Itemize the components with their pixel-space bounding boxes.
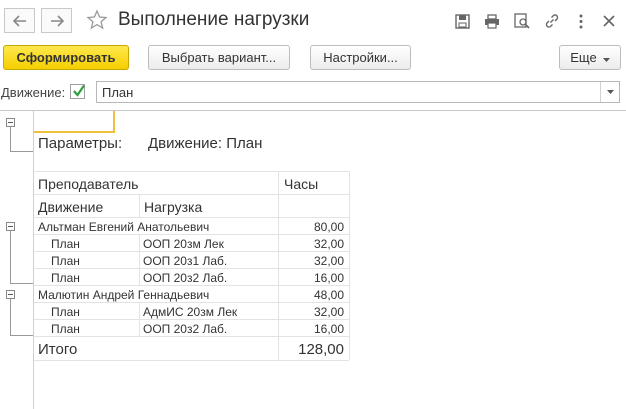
total-value: 128,00 bbox=[298, 341, 344, 358]
save-icon[interactable] bbox=[453, 12, 471, 30]
choose-variant-button[interactable]: Выбрать вариант... bbox=[148, 45, 290, 70]
preview-icon[interactable] bbox=[513, 12, 531, 30]
group-teacher: Малютин Андрей Геннадьевич bbox=[38, 288, 210, 302]
row-load: ООП 20з1 Лаб. bbox=[143, 254, 228, 268]
params-label: Параметры: bbox=[38, 135, 123, 152]
generate-button[interactable]: Сформировать bbox=[3, 45, 129, 70]
grid-line bbox=[34, 319, 349, 320]
active-cell-marker bbox=[34, 111, 115, 133]
more-label: Еще bbox=[570, 50, 597, 65]
page-title: Выполнение нагрузки bbox=[118, 9, 310, 30]
settings-button[interactable]: Настройки... bbox=[310, 45, 411, 70]
collapse-group-2-icon[interactable] bbox=[6, 290, 15, 299]
tree-line bbox=[10, 299, 11, 335]
row-load: АдмИС 20зм Лек bbox=[143, 305, 238, 319]
tree-line bbox=[10, 151, 33, 152]
close-icon[interactable] bbox=[600, 12, 618, 30]
row-hours: 32,00 bbox=[313, 305, 344, 319]
row-movement: План bbox=[51, 271, 80, 285]
movement-checkbox[interactable] bbox=[70, 84, 85, 99]
grid-line bbox=[34, 171, 349, 172]
grid-line bbox=[34, 360, 349, 361]
row-hours: 16,00 bbox=[313, 271, 344, 285]
row-hours: 32,00 bbox=[313, 237, 344, 251]
chevron-down-icon bbox=[602, 50, 610, 65]
report-gutter-border bbox=[33, 111, 34, 409]
grid-line bbox=[34, 251, 349, 252]
back-button[interactable] bbox=[4, 8, 35, 33]
group-hours: 80,00 bbox=[313, 220, 344, 234]
grid-line bbox=[34, 302, 349, 303]
header-hours: Часы bbox=[284, 176, 319, 192]
movement-select[interactable]: План bbox=[96, 81, 620, 103]
group-teacher: Альтман Евгений Анатольевич bbox=[38, 220, 210, 234]
collapse-params-icon[interactable] bbox=[6, 118, 15, 127]
grid-line bbox=[34, 268, 349, 269]
grid-line bbox=[349, 171, 350, 360]
grid-line bbox=[34, 217, 349, 218]
header-teacher: Преподаватель bbox=[38, 176, 139, 192]
grid-line bbox=[34, 234, 349, 235]
grid-line bbox=[34, 285, 349, 286]
total-label: Итого bbox=[38, 341, 78, 358]
chevron-down-icon[interactable] bbox=[600, 82, 619, 102]
row-movement: План bbox=[51, 254, 80, 268]
grid-line bbox=[139, 234, 140, 285]
row-hours: 32,00 bbox=[313, 254, 344, 268]
check-icon bbox=[72, 84, 86, 103]
row-movement: План bbox=[51, 322, 80, 336]
row-hours: 16,00 bbox=[313, 322, 344, 336]
grid-line bbox=[278, 171, 279, 360]
collapse-group-1-icon[interactable] bbox=[6, 222, 15, 231]
grid-line bbox=[139, 302, 140, 336]
movement-select-value: План bbox=[102, 85, 134, 100]
row-movement: План bbox=[51, 305, 80, 319]
grid-line bbox=[34, 336, 349, 337]
row-load: ООП 20з2 Лаб. bbox=[143, 322, 228, 336]
params-value: Движение: План bbox=[148, 135, 263, 152]
row-load: ООП 20з2 Лаб. bbox=[143, 271, 228, 285]
more-icon[interactable] bbox=[572, 12, 590, 30]
star-icon[interactable] bbox=[86, 9, 108, 36]
tree-line bbox=[10, 231, 11, 283]
group-hours: 48,00 bbox=[313, 288, 344, 302]
header-load: Нагрузка bbox=[144, 199, 203, 215]
movement-label: Движение: bbox=[1, 85, 66, 100]
tree-line bbox=[10, 335, 33, 336]
tree-line bbox=[10, 127, 11, 152]
arrow-left-icon bbox=[12, 14, 27, 27]
more-menu-button[interactable]: Еще bbox=[559, 45, 621, 70]
link-icon[interactable] bbox=[543, 12, 561, 30]
grid-line bbox=[34, 194, 349, 195]
grid-line bbox=[139, 194, 140, 218]
header-movement: Движение bbox=[38, 199, 104, 215]
print-icon[interactable] bbox=[483, 12, 501, 30]
tree-line bbox=[10, 283, 33, 284]
arrow-right-icon bbox=[50, 14, 64, 27]
row-movement: План bbox=[51, 237, 80, 251]
row-load: ООП 20зм Лек bbox=[143, 237, 224, 251]
forward-button[interactable] bbox=[41, 8, 72, 33]
